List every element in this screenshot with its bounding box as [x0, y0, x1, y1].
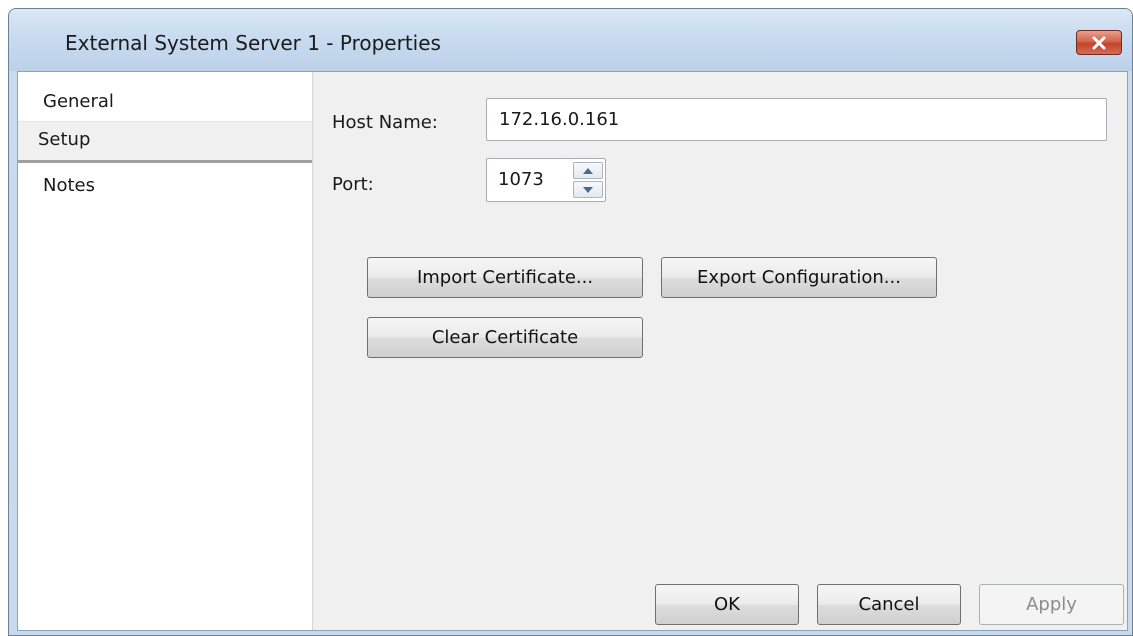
close-icon [1092, 36, 1106, 49]
sidebar-item-label: Setup [38, 129, 91, 150]
window-title: External System Server 1 - Properties [65, 31, 441, 55]
spin-buttons [573, 162, 603, 198]
sidebar-item-notes[interactable]: Notes [18, 168, 312, 204]
title-bar[interactable]: External System Server 1 - Properties [9, 9, 1132, 71]
close-button[interactable] [1076, 30, 1122, 55]
sidebar-item-label: Notes [43, 175, 95, 196]
dialog-window: External System Server 1 - Properties Ge… [8, 8, 1133, 636]
host-name-input[interactable]: 172.16.0.161 [486, 98, 1107, 141]
arrow-down-icon [583, 186, 593, 193]
port-value[interactable]: 1073 [498, 159, 544, 201]
sidebar-item-label: General [43, 91, 114, 112]
host-name-label: Host Name: [332, 112, 438, 133]
port-label: Port: [332, 174, 374, 195]
apply-button: Apply [979, 584, 1124, 625]
export-configuration-button[interactable]: Export Configuration... [661, 257, 937, 298]
port-spinbox[interactable]: 1073 [486, 158, 606, 202]
sidebar-item-setup[interactable]: Setup [18, 121, 312, 163]
spin-down-button[interactable] [573, 181, 603, 198]
sidebar-item-general[interactable]: General [18, 84, 312, 120]
spin-up-button[interactable] [573, 162, 603, 179]
import-certificate-button[interactable]: Import Certificate... [367, 257, 643, 298]
clear-certificate-button[interactable]: Clear Certificate [367, 317, 643, 358]
arrow-up-icon [583, 167, 593, 174]
cancel-button[interactable]: Cancel [817, 584, 961, 625]
dialog-client-area: General Setup Notes Host Name: 172.16.0.… [17, 71, 1128, 631]
sidebar: General Setup Notes [18, 72, 313, 630]
ok-button[interactable]: OK [655, 584, 799, 625]
